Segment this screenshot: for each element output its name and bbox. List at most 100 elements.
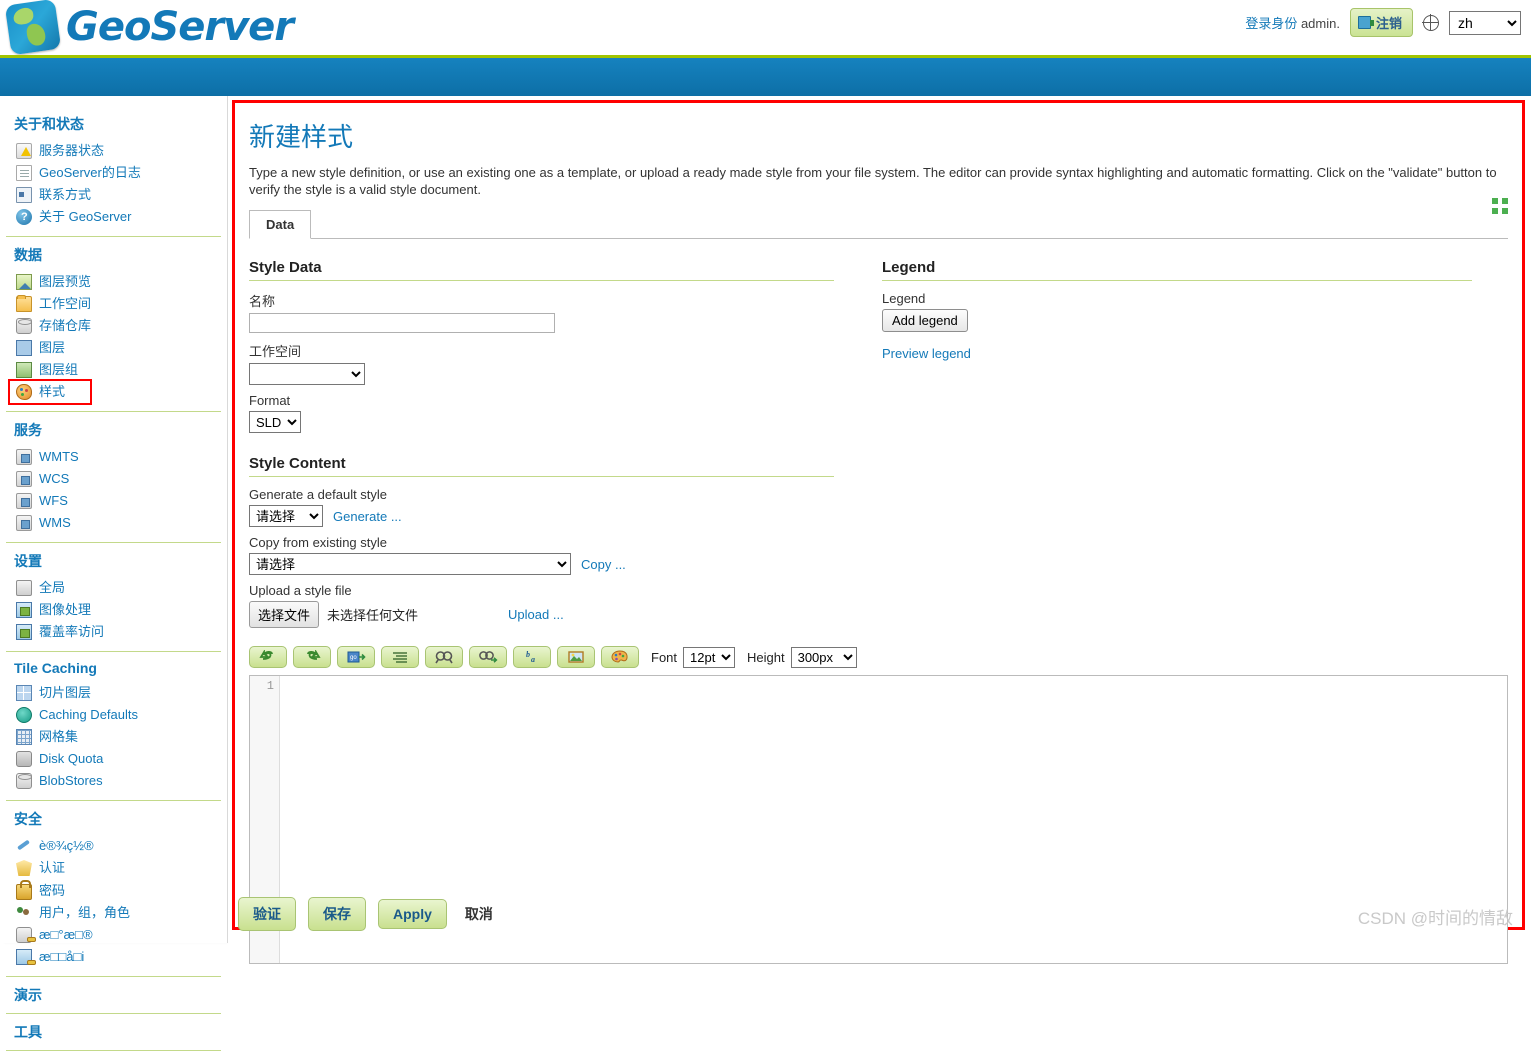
sidebar-item-label: 图层组 (39, 362, 79, 377)
font-label: Font (651, 649, 678, 665)
workspace-select[interactable] (249, 363, 365, 385)
sidebar-item[interactable]: 网格集 (10, 726, 217, 748)
logout-button[interactable]: 注销 (1349, 8, 1413, 37)
sidebar-item-label: 关于 GeoServer (39, 209, 132, 224)
csdn-watermark: CSDN @时间的情敌 (1357, 909, 1513, 928)
sidebar-item[interactable]: 密码 (10, 879, 217, 902)
legend-heading: Legend (882, 259, 1472, 281)
logout-label: 注销 (1375, 16, 1402, 31)
color-palette-icon[interactable] (601, 646, 639, 668)
generate-style-select[interactable]: 请选择PointLinePolygonRaster (249, 505, 323, 527)
sidebar-divider (6, 236, 221, 237)
replace-icon[interactable]: b a (513, 646, 551, 668)
sidebar-item[interactable]: 图层 (10, 337, 217, 359)
brand-logo[interactable]: GeoServer (4, 0, 294, 56)
save-button[interactable]: 保存 (308, 897, 366, 931)
sidebar-item-label: è®¾ç½® (39, 838, 94, 853)
sidebar-item[interactable]: WMTS (10, 446, 217, 468)
style-name-input[interactable] (249, 313, 555, 333)
sidebar-item[interactable]: 服务器状态 (10, 140, 217, 162)
sidebar-divider (6, 976, 221, 977)
choose-file-button[interactable]: 选择文件 (249, 601, 320, 628)
sidebar-item[interactable]: GeoServer的日志 (10, 162, 217, 184)
brand-title: GeoServer (66, 4, 294, 50)
sidebar-item[interactable]: 关于 GeoServer (10, 206, 217, 228)
service-wms-icon (16, 515, 32, 531)
sidebar-section: 数据 图层预览 工作空间 存储仓库 图层 图层组 样式 (0, 245, 227, 405)
editor-toolbar: go b a Font 12pt Height 300px (249, 646, 1508, 668)
style-data-heading: Style Data (249, 259, 834, 281)
log-document-icon (16, 165, 32, 181)
copy-style-select[interactable]: 请选择 (249, 553, 571, 575)
expand-panel-icon[interactable] (1492, 198, 1508, 214)
sidebar-item[interactable]: Disk Quota (10, 748, 217, 770)
upload-link[interactable]: Upload ... (508, 607, 564, 622)
language-select[interactable]: zhendefres (1449, 10, 1521, 35)
format-select[interactable]: SLDCSSYSLDMBStyle (249, 411, 301, 433)
insert-image-icon[interactable] (557, 646, 595, 668)
preview-legend-link[interactable]: Preview legend (882, 346, 971, 361)
sidebar-section: 设置全局 图像处理 覆盖率访问 (0, 551, 227, 643)
sidebar-item[interactable]: 样式 (8, 379, 92, 405)
add-legend-button[interactable]: Add legend (882, 309, 968, 332)
selected-file-name: 未选择任何文件 (327, 608, 419, 623)
undo-icon[interactable] (249, 646, 287, 668)
users-groups-roles-icon (16, 905, 32, 921)
data-security-key-icon (16, 927, 36, 943)
sidebar-section: 演示 (0, 985, 227, 1005)
sidebar-section-title: 设置 (14, 553, 42, 569)
sidebar-item[interactable]: 覆盖率访问 (10, 621, 217, 643)
sidebar-item-label: 工作空间 (39, 296, 92, 311)
blobstores-icon (16, 773, 32, 789)
sidebar-item[interactable]: è®¾ç½® (10, 835, 217, 857)
passwords-lock-icon (16, 880, 32, 900)
copy-link[interactable]: Copy ... (581, 557, 626, 572)
find-icon[interactable] (425, 646, 463, 668)
page-description: Type a new style definition, or use an e… (249, 165, 1497, 197)
goto-line-icon[interactable]: go (337, 646, 375, 668)
sidebar-item[interactable]: 切片图层 (10, 682, 217, 704)
workspace-label: 工作空间 (249, 344, 302, 359)
redo-icon[interactable] (293, 646, 331, 668)
sidebar-item[interactable]: 认证 (10, 857, 217, 879)
sidebar-item[interactable]: 工作空间 (10, 293, 217, 315)
sidebar-item[interactable]: WMS (10, 512, 217, 534)
sidebar-item-label: WFS (39, 493, 68, 508)
main-content: 新建样式 Type a new style definition, or use… (228, 96, 1531, 964)
sidebar-item[interactable]: 图层组 (10, 359, 217, 381)
service-wmts-icon (16, 449, 32, 465)
sidebar-item[interactable]: WFS (10, 490, 217, 512)
svg-text:b: b (526, 650, 530, 659)
sidebar-item[interactable]: 用户，组，角色 (10, 902, 217, 924)
sidebar-item[interactable]: 联系方式 (10, 184, 217, 206)
sidebar-item[interactable]: 图像处理 (10, 599, 217, 621)
disk-quota-icon (16, 751, 32, 767)
editor-height-select[interactable]: 100px200px300px400px500px (790, 646, 857, 668)
sidebar-section: 服务 WMTS WCS WFS WMS (0, 420, 227, 534)
sidebar-item-label: 服务器状态 (39, 143, 105, 158)
sidebar-item[interactable]: BlobStores (10, 770, 217, 792)
sidebar-item-label: 联系方式 (39, 187, 92, 202)
sidebar-item[interactable]: Caching Defaults (10, 704, 217, 726)
sidebar-section-title: 工具 (14, 1024, 42, 1040)
app-header: GeoServer 登录身份 admin. 注销 zhendefres (0, 0, 1531, 58)
font-size-select[interactable]: 8pt10pt12pt14pt16pt (683, 646, 736, 668)
svg-text:a: a (531, 655, 535, 664)
security-settings-wrench-icon (16, 838, 32, 854)
service-security-key-icon (16, 949, 36, 965)
sidebar-item[interactable]: 存储仓库 (10, 315, 217, 337)
sidebar-item[interactable]: 图层预览 (10, 271, 217, 293)
sidebar-item[interactable]: WCS (10, 468, 217, 490)
sidebar-item[interactable]: 全局 (10, 577, 217, 599)
help-about-icon (16, 208, 32, 226)
sidebar-item-label: æ□°æ□® (39, 927, 93, 942)
tab-data[interactable]: Data (249, 210, 312, 239)
cancel-link[interactable]: 取消 (465, 904, 493, 924)
apply-button[interactable]: Apply (378, 899, 447, 929)
generate-link[interactable]: Generate ... (333, 509, 402, 524)
caching-defaults-icon (16, 707, 32, 723)
format-indent-icon[interactable] (381, 646, 419, 668)
find-next-icon[interactable] (469, 646, 507, 668)
validate-button[interactable]: 验证 (238, 897, 296, 931)
sidebar-item[interactable]: æ□□å□i (10, 946, 217, 968)
